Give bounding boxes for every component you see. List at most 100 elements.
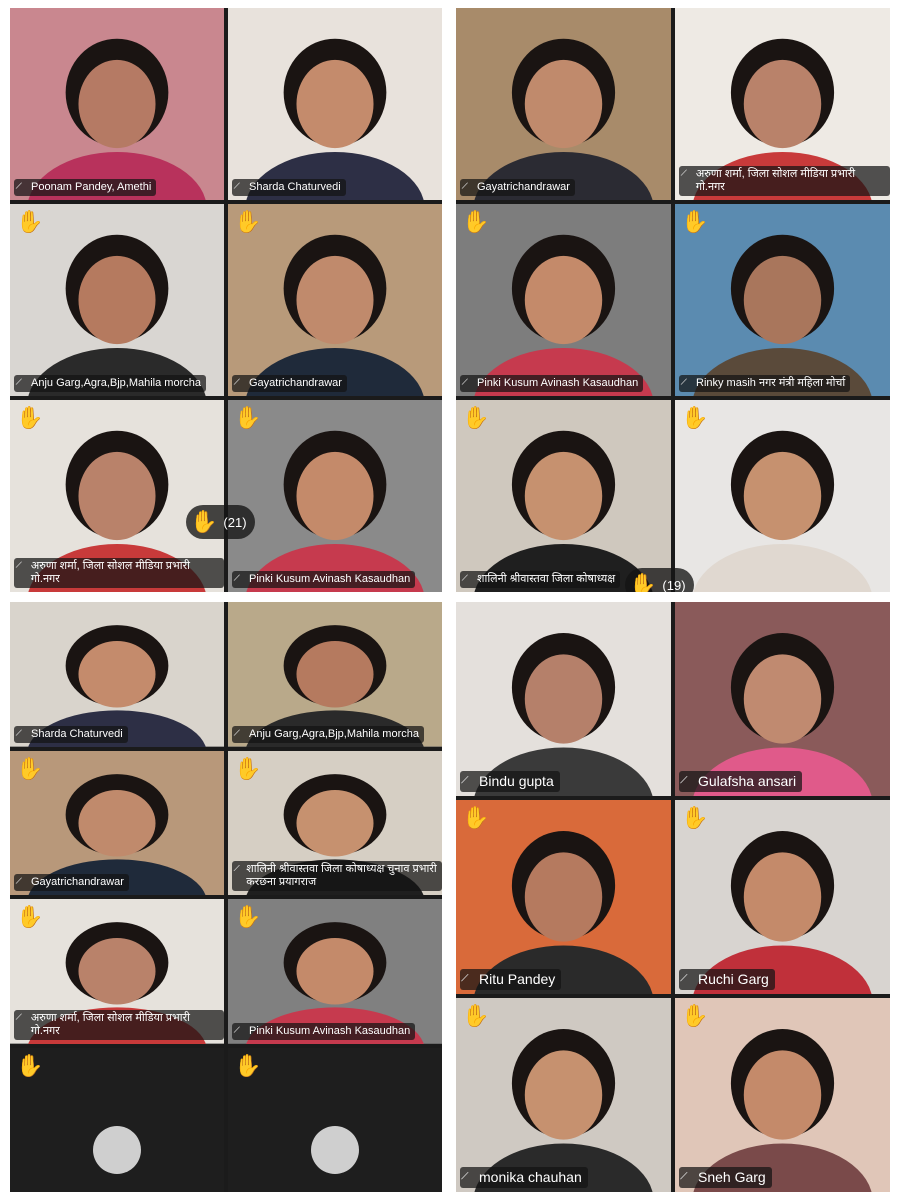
participant-tile[interactable]: ✋ <box>228 1047 442 1192</box>
participant-tile[interactable]: ✋ <box>10 1047 224 1192</box>
muted-mic-icon: ∕ <box>234 727 239 739</box>
raised-hands-count: (21) <box>223 514 247 530</box>
participant-name: Sneh Garg <box>698 1169 766 1185</box>
participant-name-label: ∕ Sneh Garg <box>679 1167 772 1188</box>
raised-hand-icon: ✋ <box>681 806 709 831</box>
muted-mic-icon: ∕ <box>234 863 239 875</box>
participant-name: Ruchi Garg <box>698 971 769 987</box>
muted-mic-icon: ∕ <box>234 181 239 193</box>
raised-hand-icon: ✋ <box>681 1004 709 1029</box>
muted-mic-icon: ∕ <box>16 876 21 888</box>
participant-name: Gayatrichandrawar <box>31 876 124 888</box>
participant-name-label: ∕ Sharda Chaturvedi <box>14 725 128 743</box>
raised-hand-icon: ✋ <box>234 1053 262 1079</box>
raised-hand-icon: ✋ <box>16 406 44 431</box>
meeting-panel-1: ∕ Poonam Pandey, Amethi ∕ Sharda Chaturvedi… <box>10 8 442 592</box>
participant-tile[interactable]: ✋ ∕ अरुणा शर्मा, जिला सोशल मीडिया प्रभारी … <box>10 899 224 1044</box>
participant-tile[interactable]: ✋ ∕ शालिनी श्रीवास्तवा जिला कोषाध्यक्ष चुन… <box>228 750 442 895</box>
participant-name-label: ∕ Gayatrichandrawar <box>232 375 347 392</box>
participant-tile[interactable]: ✋ <box>675 400 890 592</box>
video-feed <box>10 602 224 747</box>
raised-hand-icon: ✋ <box>462 406 490 431</box>
participant-name-label: ∕ Pinki Kusum Avinash Kasaudhan <box>460 375 644 392</box>
participant-name-label: ∕ Anju Garg,Agra,Bjp,Mahila morcha <box>232 725 424 743</box>
participant-name: Pinki Kusum Avinash Kasaudhan <box>249 573 411 585</box>
muted-mic-icon: ∕ <box>234 377 239 389</box>
raised-hand-icon: ✋ <box>234 756 262 782</box>
muted-mic-icon: ∕ <box>681 1168 687 1184</box>
participant-tile[interactable]: ✋ ∕ Anju Garg,Agra,Bjp,Mahila morcha <box>10 204 224 396</box>
video-feed <box>456 8 671 200</box>
participant-tile[interactable]: ∕ Bindu gupta <box>456 602 671 796</box>
participant-tile[interactable]: ✋ ∕ Gayatrichandrawar <box>10 750 224 895</box>
participant-tile[interactable]: ✋ ∕ Ritu Pandey <box>456 800 671 994</box>
participant-name-label: ∕ monika chauhan <box>460 1167 588 1188</box>
muted-mic-icon: ∕ <box>681 772 687 788</box>
participant-name: Ritu Pandey <box>479 971 556 987</box>
participant-name-label: ∕ Rinky masih नगर मंत्री महिला मोर्चा <box>679 375 851 392</box>
muted-mic-icon: ∕ <box>462 377 467 389</box>
participant-name: Anju Garg,Agra,Bjp,Mahila morcha <box>31 377 201 389</box>
participant-name-label: ∕ Gayatrichandrawar <box>460 179 575 196</box>
participant-tile[interactable]: ✋ ∕ Gayatrichandrawar <box>228 204 442 396</box>
participant-tile[interactable]: ∕ Gayatrichandrawar <box>456 8 671 200</box>
participant-name: Gulafsha ansari <box>698 773 797 789</box>
participant-name-label: ∕ शालिनी श्रीवास्तवा जिला कोषाध्यक्ष चुना… <box>232 861 442 891</box>
muted-mic-icon: ∕ <box>16 377 21 389</box>
muted-mic-icon: ∕ <box>16 181 21 193</box>
participant-tile[interactable]: ∕ Anju Garg,Agra,Bjp,Mahila morcha <box>228 602 442 747</box>
participant-name: Bindu gupta <box>479 773 554 789</box>
muted-mic-icon: ∕ <box>462 181 467 193</box>
raised-hand-icon: ✋ <box>462 1004 490 1029</box>
muted-mic-icon: ∕ <box>681 970 687 986</box>
participant-name: Gayatrichandrawar <box>249 377 342 389</box>
participant-tile[interactable]: ✋ ∕ Pinki Kusum Avinash Kasaudhan <box>228 400 442 592</box>
participant-name-label: ∕ Gulafsha ansari <box>679 771 803 792</box>
meeting-panel-3: ∕ Sharda Chaturvedi ∕ Anju Garg,Agra,Bjp,Ma… <box>10 602 442 1192</box>
meeting-panel-4: ∕ Bindu gupta ∕ Gulafsha ansari ✋ ∕ Ritu Pande… <box>456 602 890 1192</box>
video-feed <box>228 602 442 747</box>
video-feed <box>675 602 890 796</box>
muted-mic-icon: ∕ <box>234 573 239 585</box>
raised-hand-icon: ✋ <box>462 210 490 235</box>
raised-hand-icon: ✋ <box>681 406 709 431</box>
raised-hands-count-button[interactable]: ✋ (19) <box>625 568 694 592</box>
muted-mic-icon: ∕ <box>462 970 468 986</box>
participant-name-label: ∕ Ruchi Garg <box>679 969 775 990</box>
muted-mic-icon: ∕ <box>462 573 467 585</box>
participant-name: Sharda Chaturvedi <box>249 181 341 193</box>
participant-tile[interactable]: ✋ ∕ Pinki Kusum Avinash Kasaudhan <box>456 204 671 396</box>
raised-hand-icon: ✋ <box>629 572 657 593</box>
participant-tile[interactable]: ✋ ∕ अरुणा शर्मा, जिला सोशल मीडिया प्रभारी … <box>10 400 224 592</box>
participant-name-label: ∕ Pinki Kusum Avinash Kasaudhan <box>232 1022 416 1040</box>
participant-name-label: ∕ Poonam Pandey, Amethi <box>14 179 157 196</box>
muted-mic-icon: ∕ <box>462 772 468 788</box>
participant-name-label: ∕ Gayatrichandrawar <box>14 874 129 891</box>
raised-hand-icon: ✋ <box>190 509 218 535</box>
participant-tile[interactable]: ∕ Gulafsha ansari <box>675 602 890 796</box>
participant-tile[interactable]: ∕ Sharda Chaturvedi <box>228 8 442 200</box>
participant-tile[interactable]: ∕ अरुणा शर्मा, जिला सोशल मीडिया प्रभारी ग… <box>675 8 890 200</box>
participant-tile[interactable]: ✋ ∕ Sneh Garg <box>675 998 890 1192</box>
raised-hand-icon: ✋ <box>16 905 44 930</box>
participant-name: शालिनी श्रीवास्तवा जिला कोषाध्यक्ष चुनाव… <box>246 863 437 888</box>
participant-name-label: ∕ Bindu gupta <box>460 771 560 792</box>
participant-tile[interactable]: ✋ ∕ शालिनी श्रीवास्तवा जिला कोषाध्यक्ष <box>456 400 671 592</box>
avatar-placeholder <box>311 1126 359 1174</box>
raised-hand-icon: ✋ <box>462 806 490 831</box>
participant-name: Rinky masih नगर मंत्री महिला मोर्चा <box>696 377 846 389</box>
participant-name: monika chauhan <box>479 1169 582 1185</box>
participant-tile[interactable]: ✋ ∕ Rinky masih नगर मंत्री महिला मोर्चा <box>675 204 890 396</box>
raised-hands-count-button[interactable]: ✋ (21) <box>186 505 255 539</box>
raised-hand-icon: ✋ <box>234 406 262 431</box>
raised-hand-icon: ✋ <box>234 210 262 235</box>
muted-mic-icon: ∕ <box>234 1024 239 1036</box>
muted-mic-icon: ∕ <box>16 560 21 572</box>
participant-tile[interactable]: ∕ Poonam Pandey, Amethi <box>10 8 224 200</box>
meeting-panel-2: ∕ Gayatrichandrawar ∕ अरुणा शर्मा, जिला सोश… <box>456 8 890 592</box>
participant-tile[interactable]: ✋ ∕ Ruchi Garg <box>675 800 890 994</box>
participant-tile[interactable]: ∕ Sharda Chaturvedi <box>10 602 224 747</box>
participant-tile[interactable]: ✋ ∕ Pinki Kusum Avinash Kasaudhan <box>228 899 442 1044</box>
participant-tile[interactable]: ✋ ∕ monika chauhan <box>456 998 671 1192</box>
participant-name: अरुणा शर्मा, जिला सोशल मीडिया प्रभारी गो… <box>695 168 856 193</box>
